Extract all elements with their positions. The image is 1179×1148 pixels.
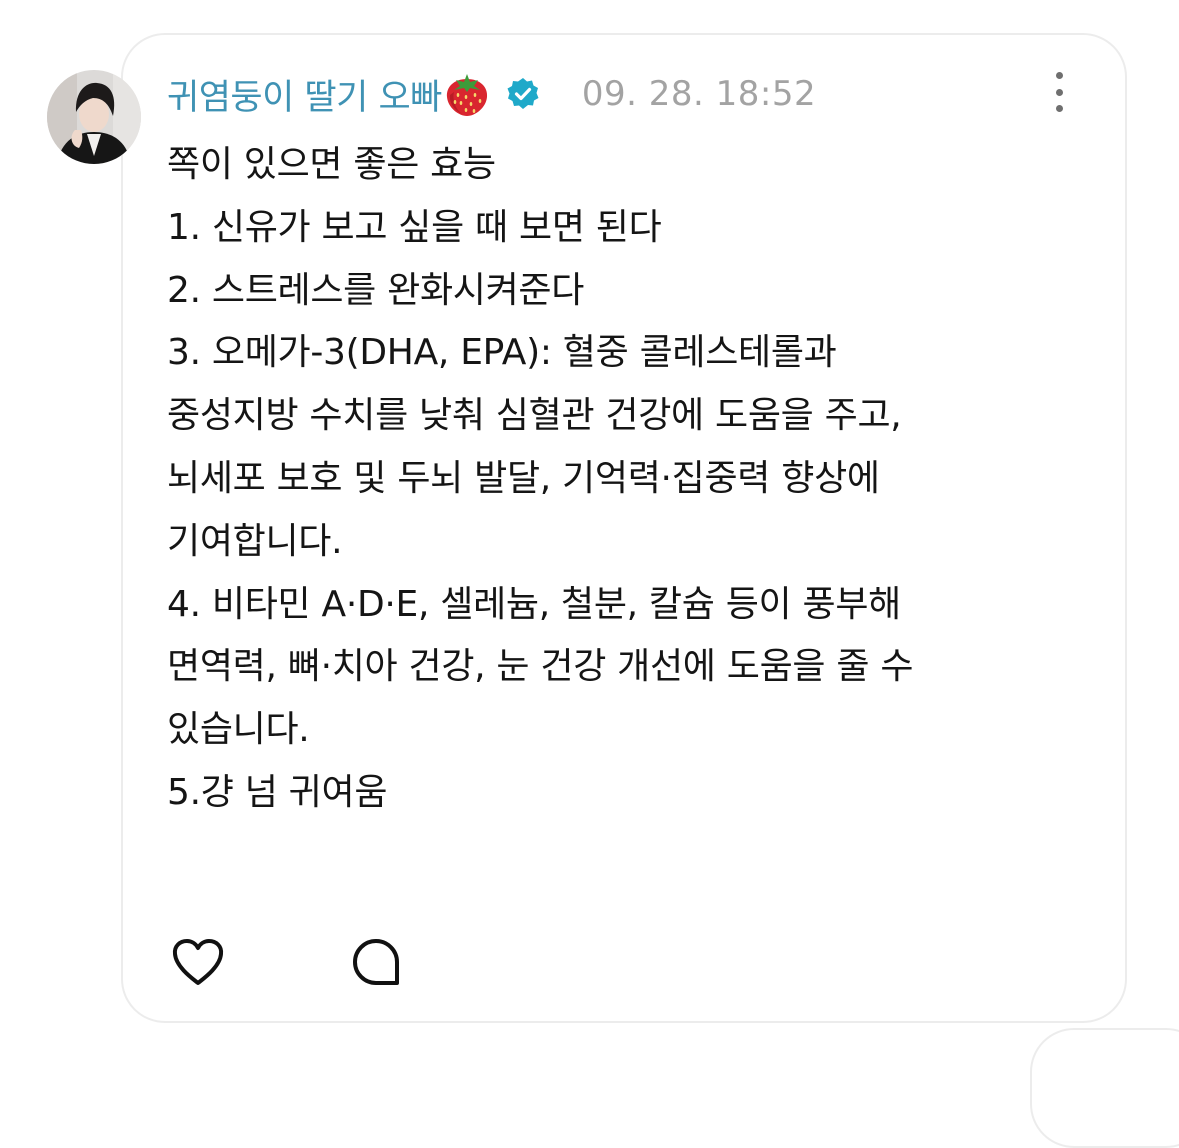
comment-body: 쪽이 있으면 좋은 효능 1. 신유가 보고 싶을 때 보면 된다 2. 스트레… bbox=[167, 134, 1067, 825]
avatar[interactable] bbox=[47, 70, 141, 164]
body-line: 있습니다. bbox=[167, 709, 310, 751]
dot bbox=[1055, 105, 1063, 112]
body-line: 2. 스트레스를 완화시켜준다 bbox=[167, 269, 585, 311]
strawberry-emoji-icon bbox=[444, 70, 490, 118]
verified-badge-icon bbox=[506, 77, 540, 111]
comment-bubble-icon bbox=[350, 936, 402, 992]
body-line: 면역력, 뼈·치아 건강, 눈 건강 개선에 도움을 줄 수 bbox=[167, 646, 914, 688]
author-name[interactable]: 귀염둥이 딸기 오빠 bbox=[167, 69, 442, 120]
timestamp: 09. 28. 18:52 bbox=[581, 74, 817, 114]
body-line: 기여합니다. bbox=[167, 520, 343, 562]
body-line: 쪽이 있으면 좋은 효능 bbox=[167, 144, 496, 185]
heart-icon bbox=[170, 936, 226, 992]
more-options-icon[interactable] bbox=[1040, 68, 1078, 116]
body-line: 3. 오메가-3(DHA, EPA): 혈중 콜레스테롤과 bbox=[167, 332, 837, 374]
dot bbox=[1055, 88, 1063, 96]
body-line: 뇌세포 보호 및 두뇌 발달, 기억력·집중력 향상에 bbox=[167, 457, 880, 499]
next-card-edge bbox=[1030, 1028, 1179, 1148]
body-line: 4. 비타민 A·D·E, 셀레늄, 철분, 칼슘 등이 풍부해 bbox=[167, 583, 901, 625]
reply-button[interactable] bbox=[346, 934, 406, 994]
comment-header: 귀염둥이 딸기 오빠 09. 28. 18:52 bbox=[167, 68, 816, 120]
body-line: 5.걍 넘 귀여움 bbox=[167, 771, 388, 813]
body-line: 1. 신유가 보고 싶을 때 보면 된다 bbox=[167, 206, 662, 248]
like-button[interactable] bbox=[168, 934, 228, 994]
dot bbox=[1055, 72, 1063, 79]
body-line: 중성지방 수치를 낮춰 심혈관 건강에 도움을 주고, bbox=[167, 395, 902, 437]
